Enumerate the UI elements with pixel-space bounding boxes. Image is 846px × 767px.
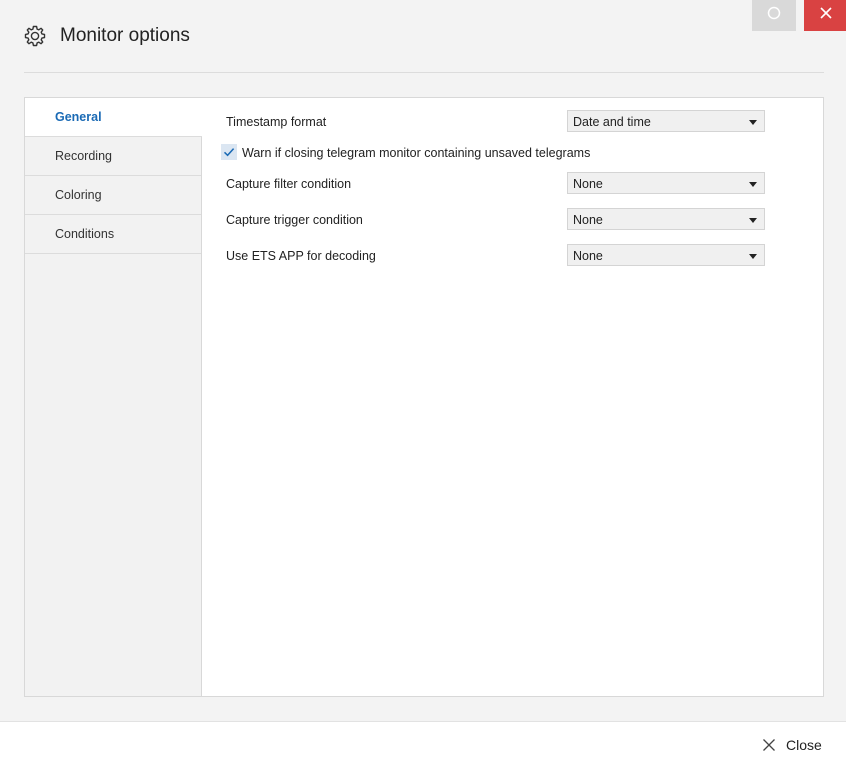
monitor-options-dialog: Monitor options General Recording Colori… bbox=[0, 0, 846, 767]
restore-button[interactable] bbox=[752, 0, 796, 31]
footer: Close bbox=[0, 722, 846, 767]
chevron-down-icon bbox=[749, 218, 757, 223]
sidebar-item-label: Recording bbox=[55, 149, 112, 163]
ets-app-select[interactable]: None bbox=[567, 244, 765, 266]
warn-unsaved-label[interactable]: Warn if closing telegram monitor contain… bbox=[242, 146, 590, 160]
timestamp-format-value: Date and time bbox=[573, 115, 651, 129]
sidebar-item-label: Conditions bbox=[55, 227, 115, 241]
title-divider bbox=[24, 72, 824, 73]
chevron-down-icon bbox=[749, 254, 757, 259]
dialog-title: Monitor options bbox=[60, 25, 190, 46]
capture-filter-label: Capture filter condition bbox=[226, 177, 352, 191]
warn-unsaved-checkbox[interactable] bbox=[221, 144, 237, 160]
sidebar-item-label: Coloring bbox=[55, 188, 102, 202]
general-settings: Timestamp format Date and time Warn if c… bbox=[202, 98, 823, 696]
sidebar-item-conditions[interactable]: Conditions bbox=[25, 215, 201, 254]
timestamp-format-select[interactable]: Date and time bbox=[567, 110, 765, 132]
gear-icon bbox=[23, 24, 47, 48]
chevron-down-icon bbox=[749, 120, 757, 125]
sidebar-item-label: General bbox=[55, 110, 102, 124]
window-close-button[interactable] bbox=[804, 0, 846, 31]
chevron-down-icon bbox=[749, 182, 757, 187]
checkmark-icon bbox=[223, 148, 235, 157]
close-button-label: Close bbox=[786, 737, 822, 753]
sidebar-item-recording[interactable]: Recording bbox=[25, 137, 201, 176]
circle-icon bbox=[767, 6, 781, 25]
sidebar: General Recording Coloring Conditions bbox=[25, 98, 202, 696]
close-button[interactable]: Close bbox=[762, 737, 822, 753]
timestamp-format-label: Timestamp format bbox=[226, 115, 327, 129]
options-panel: General Recording Coloring Conditions Ti… bbox=[24, 97, 824, 697]
ets-app-label: Use ETS APP for decoding bbox=[226, 249, 376, 263]
capture-trigger-label: Capture trigger condition bbox=[226, 213, 363, 227]
capture-trigger-select[interactable]: None bbox=[567, 208, 765, 230]
close-icon bbox=[762, 738, 776, 752]
sidebar-item-general[interactable]: General bbox=[25, 98, 202, 137]
capture-trigger-value: None bbox=[573, 213, 603, 227]
capture-filter-value: None bbox=[573, 177, 603, 191]
title-bar: Monitor options bbox=[0, 0, 846, 72]
close-icon bbox=[819, 6, 833, 25]
capture-filter-select[interactable]: None bbox=[567, 172, 765, 194]
ets-app-value: None bbox=[573, 249, 603, 263]
sidebar-item-coloring[interactable]: Coloring bbox=[25, 176, 201, 215]
